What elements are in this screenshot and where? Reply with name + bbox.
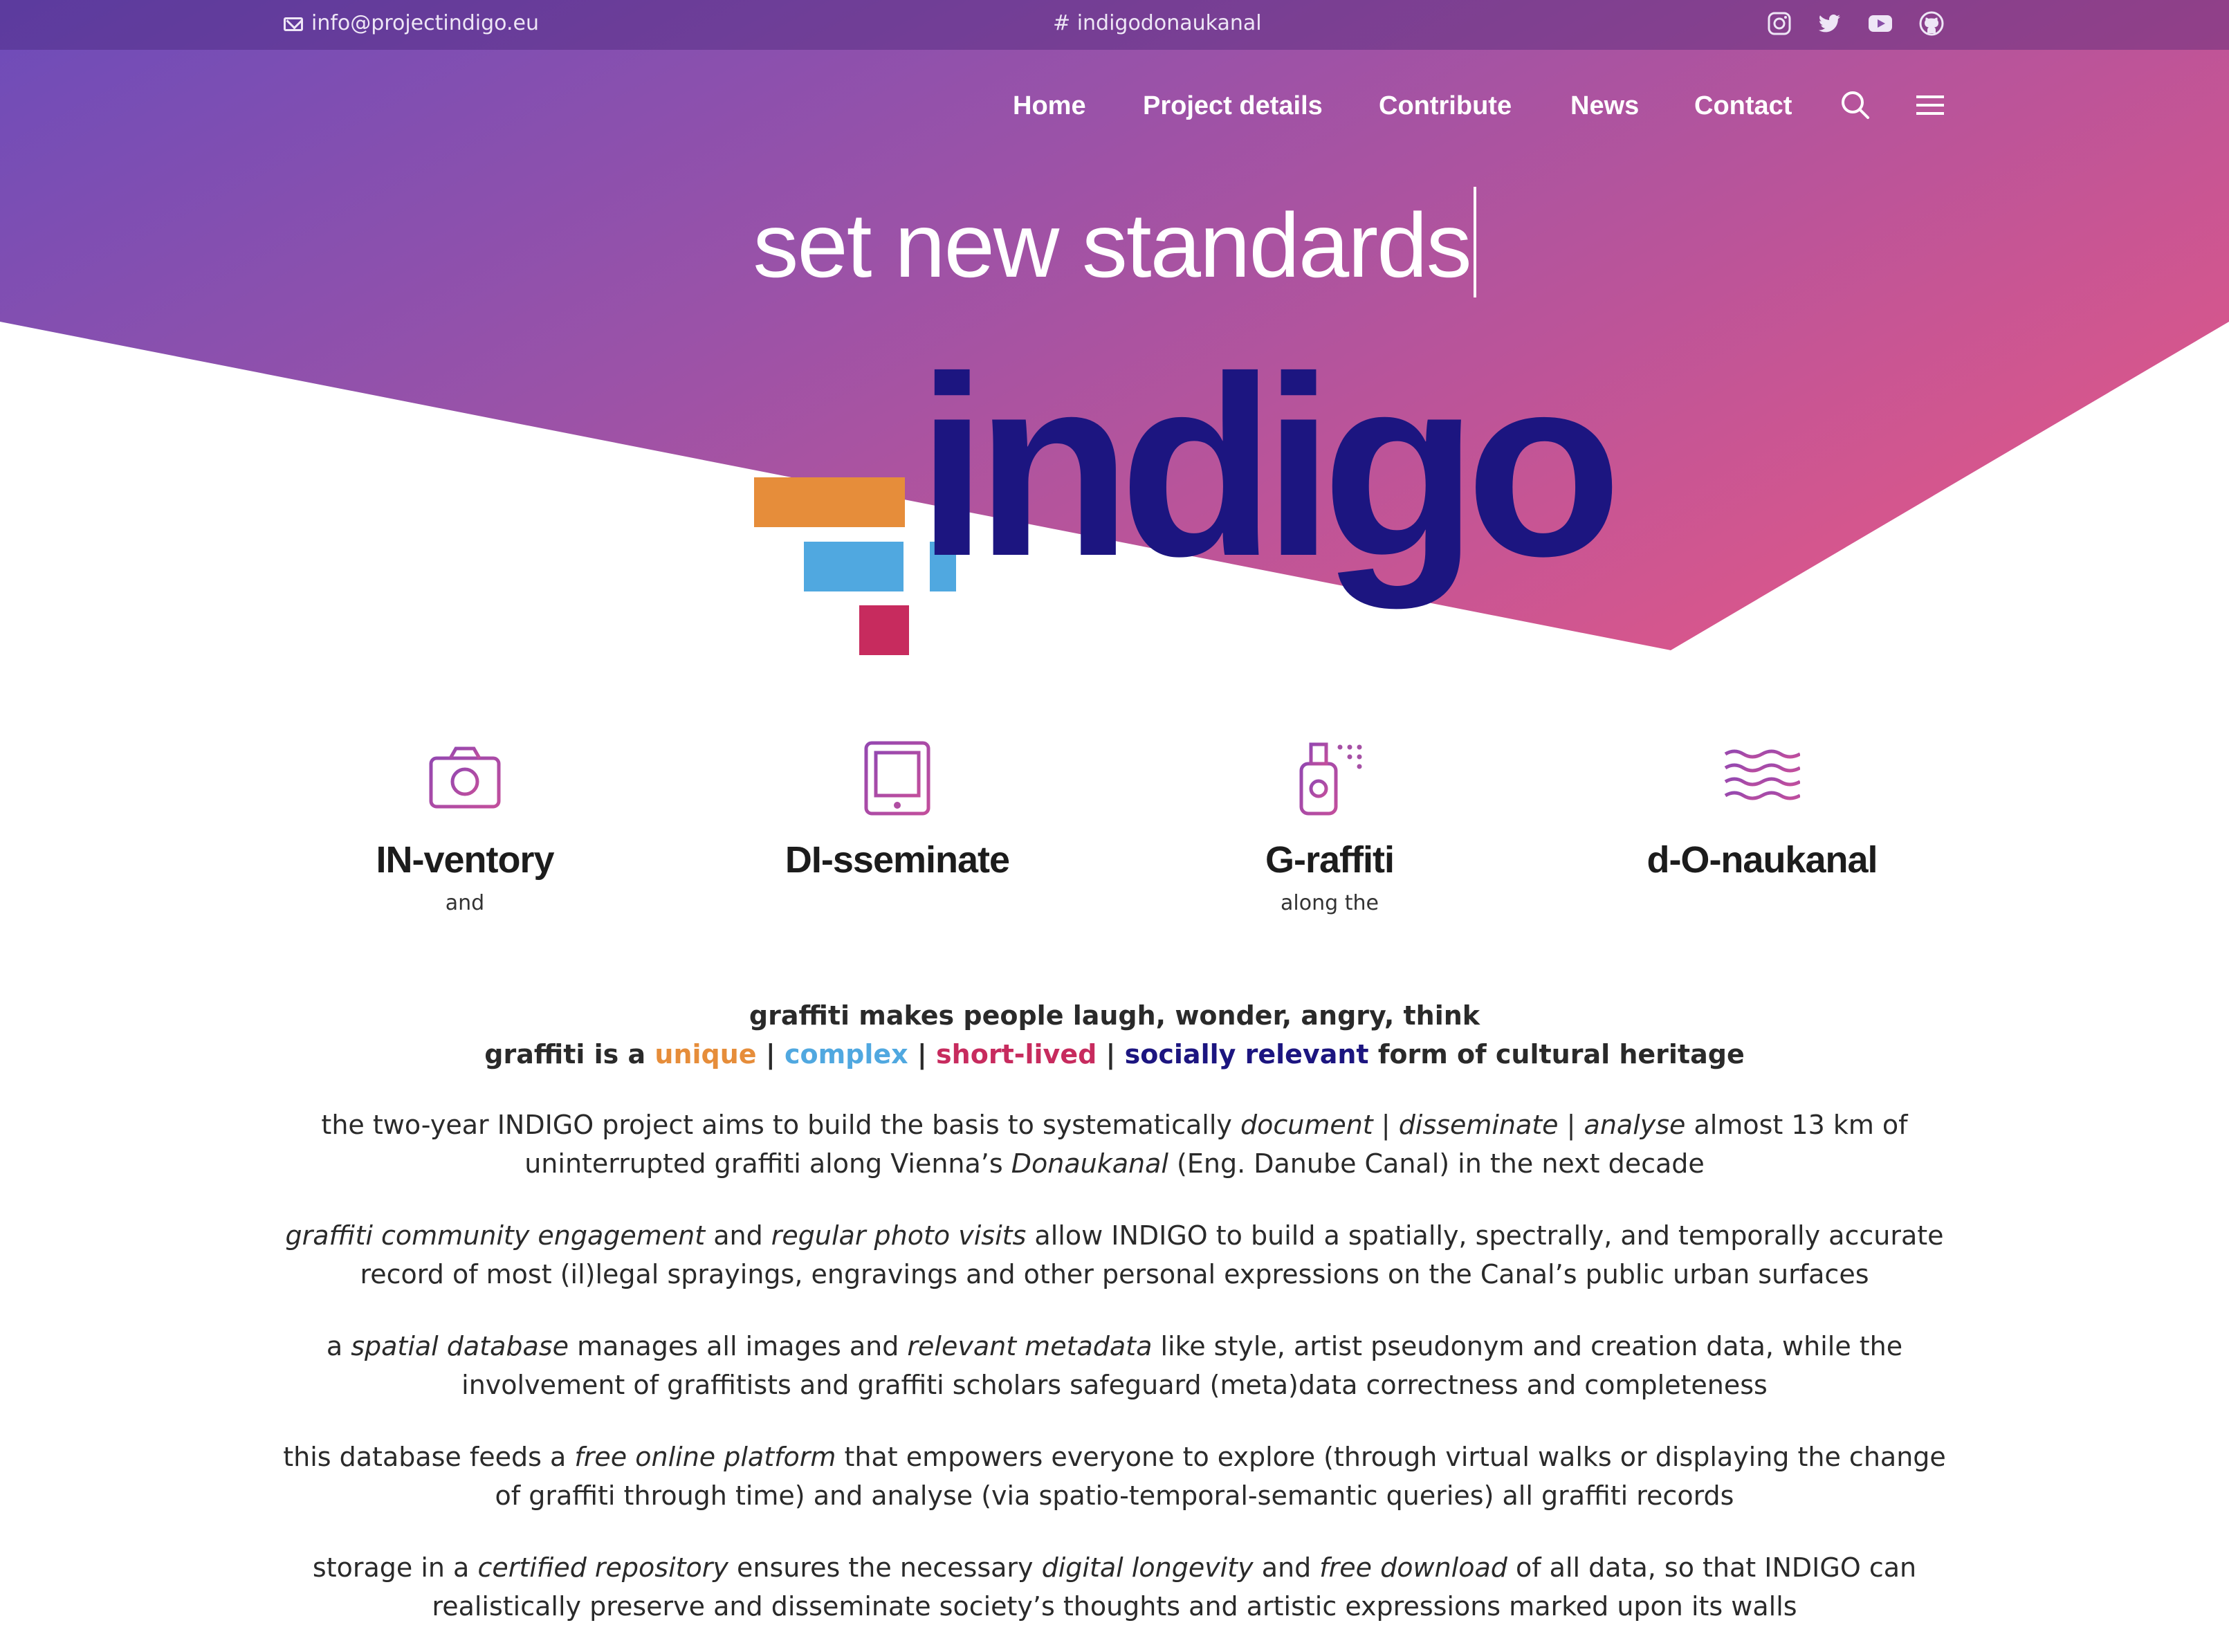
hashtag-symbol: # — [1053, 11, 1077, 35]
waves-icon — [1724, 740, 1801, 816]
logo-wordmark: indigo — [917, 324, 1622, 609]
feature-title: G-raffiti — [1265, 839, 1395, 881]
paragraph-repository: storage in a certified repository ensure… — [312, 1552, 1917, 1622]
paragraph-project-aims: the two-year INDIGO project aims to buil… — [321, 1110, 1908, 1179]
instagram-icon[interactable] — [1765, 10, 1793, 37]
paragraph-platform: this database feeds a free online platfo… — [283, 1442, 1946, 1511]
intro-block: graffiti makes people laugh, wonder, ang… — [0, 996, 2229, 1074]
feature-title: DI-sseminate — [785, 839, 1010, 881]
tablet-icon — [859, 740, 935, 816]
adjective-unique: unique — [654, 1039, 757, 1070]
page: info@projectindigo.eu # indigodonaukanal… — [0, 0, 2229, 1652]
menu-icon[interactable] — [1912, 87, 1948, 123]
paragraph-community: graffiti community engagement and regula… — [285, 1220, 1944, 1290]
feature-title: d-O-naukanal — [1646, 839, 1878, 881]
camera-icon — [427, 740, 503, 816]
nav-item-news[interactable]: News — [1570, 89, 1639, 123]
adjective-short-lived: short-lived — [936, 1039, 1097, 1070]
feature-donaukanal: d-O-naukanal — [1603, 740, 1921, 916]
intro-line-1: graffiti makes people laugh, wonder, ang… — [749, 1000, 1480, 1031]
twitter-icon[interactable] — [1815, 10, 1843, 37]
intro-prefix: graffiti is a — [484, 1039, 646, 1070]
intro-line-2: graffiti is a unique | complex | short-l… — [0, 1035, 2229, 1074]
adjective-complex: complex — [784, 1039, 908, 1070]
feature-subtitle: and — [445, 891, 485, 915]
contact-email-text: info@projectindigo.eu — [311, 11, 539, 35]
paragraph-database: a spatial database manages all images an… — [326, 1331, 1903, 1400]
separator: | — [1106, 1039, 1116, 1070]
separator: | — [765, 1039, 776, 1070]
intro-suffix: form of cultural heritage — [1377, 1039, 1745, 1070]
github-icon[interactable] — [1918, 10, 1945, 37]
search-icon[interactable] — [1837, 87, 1873, 123]
feature-subtitle — [738, 891, 1056, 916]
feature-graffiti: G-raffiti along the — [1171, 740, 1489, 916]
nav-item-contact[interactable]: Contact — [1694, 89, 1792, 123]
feature-title: IN-ventory — [376, 839, 554, 881]
hashtag-text: indigodonaukanal — [1076, 11, 1262, 35]
contact-email-link[interactable]: info@projectindigo.eu — [284, 10, 539, 37]
separator: | — [917, 1039, 927, 1070]
nav-item-contribute[interactable]: Contribute — [1379, 89, 1512, 123]
hero-headline-text: set new standards — [753, 194, 1471, 296]
nav-item-project-details[interactable]: Project details — [1143, 89, 1323, 123]
spray-can-icon — [1292, 740, 1368, 816]
feature-disseminate: DI-sseminate — [738, 740, 1056, 916]
feature-subtitle: along the — [1281, 891, 1379, 915]
hero-headline: set new standards — [0, 187, 2229, 297]
top-bar: info@projectindigo.eu # indigodonaukanal — [0, 0, 2229, 50]
main-nav: Home Project details Contribute News Con… — [0, 82, 2229, 130]
adjective-socially-relevant: socially relevant — [1124, 1039, 1369, 1070]
indigo-logo: indigo — [754, 339, 1622, 661]
hashtag-link[interactable]: # indigodonaukanal — [1053, 10, 1262, 37]
envelope-icon — [284, 17, 303, 31]
feature-subtitle — [1603, 891, 1921, 916]
nav-item-home[interactable]: Home — [1013, 89, 1086, 123]
feature-inventory: IN-ventory and — [306, 740, 624, 916]
typing-caret — [1473, 187, 1476, 297]
youtube-icon[interactable] — [1866, 10, 1894, 37]
